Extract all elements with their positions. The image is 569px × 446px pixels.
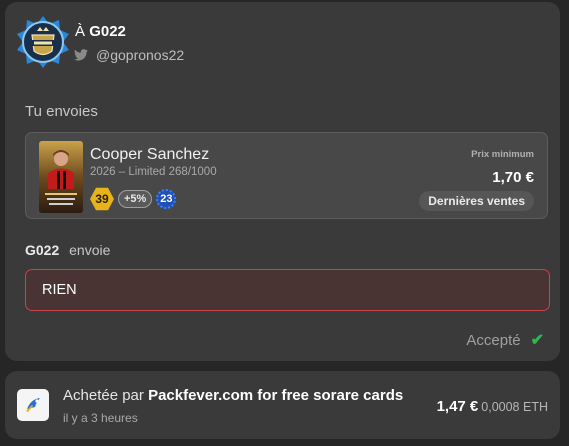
player-card-image[interactable] — [39, 141, 83, 213]
recipient-handle-row[interactable]: @gopronos22 — [74, 47, 184, 63]
purchase-notice: Achetée par Packfever.com for free sorar… — [5, 371, 560, 439]
price-eur: 1,47 € — [436, 398, 479, 415]
purchase-time: il y a 3 heures — [63, 411, 138, 425]
xp-bonus-badge: +5% — [118, 190, 153, 208]
card-stats: 39 +5% 23 — [90, 187, 177, 211]
sender-name: G022 — [25, 242, 60, 258]
checkmark-icon: ✔ — [530, 332, 544, 349]
recipient-heading: À G022 — [75, 23, 126, 40]
purchase-price: 1,47 €0,0008 ETH — [437, 398, 548, 415]
min-price-value: 1,70 € — [492, 169, 534, 186]
last-sales-button[interactable]: Dernières ventes — [419, 191, 534, 211]
purchase-text: Achetée par Packfever.com for free sorar… — [63, 387, 403, 404]
recipient-handle: @gopronos22 — [96, 47, 185, 63]
recipient-prefix: À — [75, 23, 86, 40]
sender-verb: envoie — [69, 242, 111, 258]
packfever-icon — [26, 398, 40, 412]
score-badge: 39 — [90, 187, 114, 211]
purchase-prefix: Achetée par — [63, 387, 144, 404]
they-send-label: G022 envoie — [25, 242, 110, 258]
trade-offer-panel: À G022 @gopronos22 Tu envoies Cooper San… — [5, 2, 560, 361]
club-badge-icon — [17, 16, 69, 68]
recipient-name[interactable]: G022 — [89, 23, 126, 40]
level-badge: 23 — [156, 189, 177, 209]
you-send-label: Tu envoies — [25, 103, 98, 120]
buyer-logo — [17, 389, 49, 421]
offered-card[interactable]: Cooper Sanchez 2026 – Limited 268/1000 3… — [25, 132, 548, 219]
buyer-name[interactable]: Packfever.com for free sorare cards — [148, 387, 403, 404]
price-eth: 0,0008 ETH — [481, 400, 548, 414]
min-price-label: Prix minimum — [471, 149, 534, 160]
they-send-value: RIEN — [25, 269, 550, 311]
card-details: 2026 – Limited 268/1000 — [90, 166, 217, 178]
player-name[interactable]: Cooper Sanchez — [90, 146, 209, 164]
twitter-icon — [74, 49, 88, 61]
offer-status: Accepté ✔ — [466, 330, 544, 350]
avatar[interactable] — [15, 14, 71, 70]
status-text: Accepté — [466, 331, 521, 349]
